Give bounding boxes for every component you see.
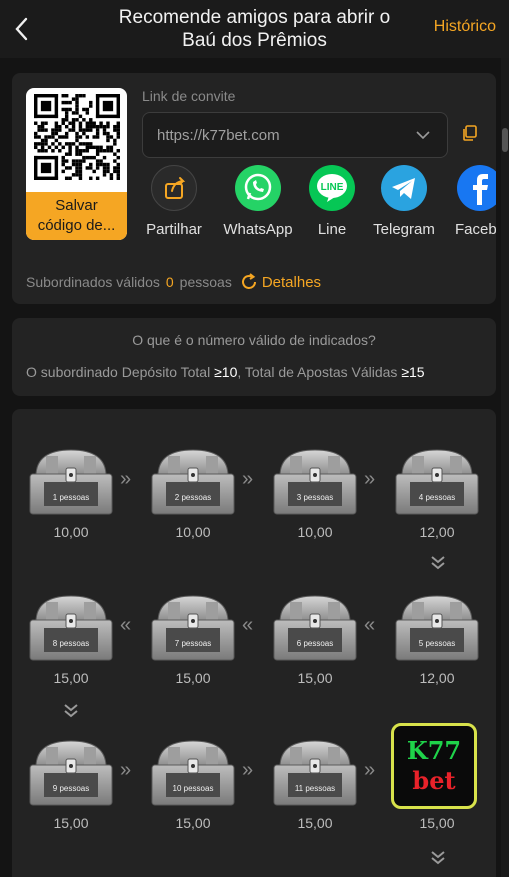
chest-amount: 15,00: [297, 670, 333, 686]
arrow-left-icon: «: [242, 614, 254, 636]
chest-label: 10 pessoas: [172, 784, 214, 793]
top-bar: Recomende amigos para abrir o Baú dos Pr…: [0, 0, 509, 58]
copy-icon[interactable]: [461, 124, 479, 142]
cond-prefix: O subordinado Depósito Total: [26, 364, 215, 380]
back-arrow-icon[interactable]: [12, 15, 32, 43]
chest-amount: 10,00: [297, 524, 333, 540]
share-label: WhatsApp: [223, 221, 293, 237]
arrow-right-icon: »: [242, 468, 254, 490]
share-label: Partilhar: [146, 221, 202, 237]
chest-amount: 15,00: [419, 815, 455, 831]
treasure-chest-icon[interactable]: 9 pessoas: [26, 737, 116, 815]
refresh-icon[interactable]: [240, 273, 258, 291]
qr-code: [34, 94, 120, 180]
treasure-chests-panel: 1 pessoas 10,00 2 pessoas 10,00 3 pessoas 10,…: [12, 409, 496, 877]
chest-amount: 15,00: [53, 815, 89, 831]
telegram-icon: [381, 165, 427, 211]
treasure-chest-icon[interactable]: 10 pessoas: [148, 737, 238, 815]
page-title: Recomende amigos para abrir o Baú dos Pr…: [60, 6, 449, 52]
chest-label: 9 pessoas: [52, 784, 90, 793]
subordinates-label: Subordinados válidos: [26, 274, 160, 290]
chest-label: 4 pessoas: [418, 493, 456, 502]
qr-code-panel: Salvar código de...: [26, 88, 127, 240]
arrow-right-icon: »: [364, 759, 376, 781]
final-reward-logo[interactable]: K77 bet: [391, 723, 477, 809]
arrow-left-icon: «: [120, 614, 132, 636]
chest-amount: 10,00: [175, 524, 211, 540]
chevron-down-icon: [416, 131, 430, 140]
subordinates-count: 0: [165, 274, 174, 290]
share-label: Facebo: [454, 221, 496, 237]
invite-link-select[interactable]: https://k77bet.com: [142, 112, 448, 158]
info-question: O que é o número válido de indicados?: [132, 332, 376, 348]
treasure-chest-icon[interactable]: 6 pessoas: [270, 592, 360, 670]
invite-link-label: Link de convite: [142, 88, 236, 104]
chest-label: 3 pessoas: [296, 493, 334, 502]
treasure-chest-icon[interactable]: 2 pessoas: [148, 446, 238, 524]
chest-label: 11 pessoas: [294, 784, 336, 793]
share-options: Partilhar WhatsApp LINE Line Telegram Fa…: [138, 165, 496, 237]
chest-label: 7 pessoas: [174, 639, 212, 648]
chest-label: 5 pessoas: [418, 639, 456, 648]
chest-amount: 12,00: [419, 524, 455, 540]
svg-text:LINE: LINE: [321, 182, 344, 193]
arrow-right-icon: »: [120, 759, 132, 781]
logo-text-bet: bet: [412, 766, 456, 795]
chest-amount: 12,00: [419, 670, 455, 686]
treasure-chest-icon[interactable]: 1 pessoas: [26, 446, 116, 524]
arrow-down-icon: [64, 704, 78, 718]
share-whatsapp[interactable]: WhatsApp: [222, 165, 294, 237]
invite-card: Salvar código de... Link de convite http…: [12, 73, 496, 304]
chest-amount: 15,00: [297, 815, 333, 831]
treasure-chest-icon[interactable]: 4 pessoas: [392, 446, 482, 524]
logo-text-k77: K77: [406, 736, 462, 765]
scrollbar[interactable]: [501, 58, 509, 877]
treasure-chest-icon[interactable]: 11 pessoas: [270, 737, 360, 815]
share-telegram[interactable]: Telegram: [368, 165, 440, 237]
chest-amount: 10,00: [53, 524, 89, 540]
share-line[interactable]: LINE Line: [296, 165, 368, 237]
info-conditions: O subordinado Depósito Total ≥10, Total …: [26, 364, 425, 380]
arrow-down-icon: [431, 556, 445, 570]
cond-deposit: ≥10: [214, 364, 238, 380]
scrollbar-thumb[interactable]: [502, 128, 508, 152]
details-link[interactable]: Detalhes: [262, 274, 321, 291]
arrow-left-icon: «: [364, 614, 376, 636]
page-title-line2: Baú dos Prêmios: [182, 30, 327, 51]
valid-referral-info: O que é o número válido de indicados? O …: [12, 318, 496, 396]
treasure-chest-icon[interactable]: 8 pessoas: [26, 592, 116, 670]
chest-label: 1 pessoas: [52, 493, 90, 502]
arrow-down-icon: [431, 851, 445, 865]
treasure-chest-icon[interactable]: 7 pessoas: [148, 592, 238, 670]
arrow-right-icon: »: [364, 468, 376, 490]
share-icon: [151, 165, 197, 211]
chest-amount: 15,00: [175, 815, 211, 831]
facebook-icon: [457, 165, 496, 211]
arrow-right-icon: »: [242, 759, 254, 781]
treasure-chest-icon[interactable]: 5 pessoas: [392, 592, 482, 670]
chest-amount: 15,00: [53, 670, 89, 686]
chest-label: 2 pessoas: [174, 493, 212, 502]
line-icon: LINE: [309, 165, 355, 211]
valid-subordinates: Subordinados válidos 0 pessoas Detalhes: [26, 273, 321, 291]
whatsapp-icon: [235, 165, 281, 211]
share-facebook[interactable]: Facebo: [444, 165, 496, 237]
treasure-chest-icon[interactable]: 3 pessoas: [270, 446, 360, 524]
history-link[interactable]: Histórico: [434, 18, 496, 36]
subordinates-unit: pessoas: [179, 274, 232, 290]
save-qr-button[interactable]: Salvar código de...: [26, 192, 127, 240]
save-qr-label-2: código de...: [37, 217, 116, 234]
chest-label: 6 pessoas: [296, 639, 334, 648]
share-label: Line: [317, 221, 347, 237]
share-label: Telegram: [373, 221, 435, 237]
share-partilhar[interactable]: Partilhar: [138, 165, 210, 237]
arrow-right-icon: »: [120, 468, 132, 490]
invite-link-value: https://k77bet.com: [157, 127, 280, 144]
chest-amount: 15,00: [175, 670, 211, 686]
page-title-line1: Recomende amigos para abrir o: [118, 7, 391, 28]
cond-sep: , Total de Apostas Válidas: [237, 364, 402, 380]
cond-bets: ≥15: [401, 364, 425, 380]
save-qr-label-1: Salvar: [55, 197, 98, 214]
chest-label: 8 pessoas: [52, 639, 90, 648]
